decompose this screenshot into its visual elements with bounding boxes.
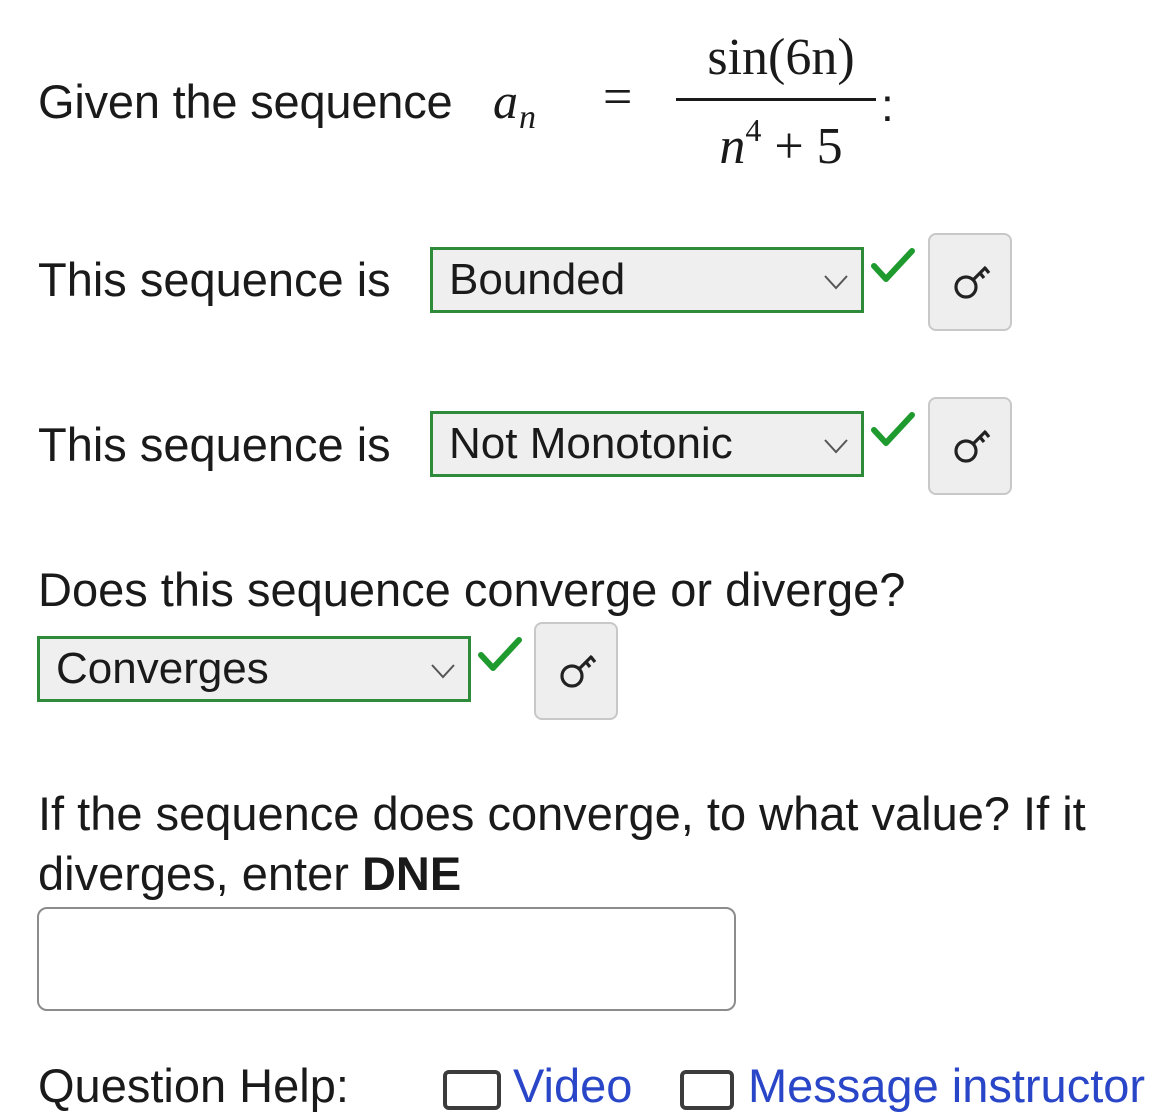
dne-keyword: DNE [361, 847, 462, 900]
monotonic-label: This sequence is [38, 418, 391, 471]
question-help-label: Question Help: [38, 1059, 349, 1112]
limit-question-line2: diverges, enter DNE [38, 846, 461, 901]
variable-base: a [493, 73, 518, 129]
limit-question-line2-text: diverges, enter [38, 847, 362, 900]
convergence-answer-key-button[interactable] [534, 622, 618, 720]
bounded-label: This sequence is [38, 253, 391, 306]
check-icon [871, 248, 915, 282]
fraction-denominator: n4 + 5 [686, 112, 876, 176]
denominator-base: n [719, 118, 746, 175]
formula-fraction: sin(6n) n4 + 5 [676, 28, 881, 178]
chevron-down-icon [431, 664, 455, 679]
sequence-variable: an [493, 72, 536, 137]
video-link[interactable]: Video [513, 1058, 632, 1113]
bounded-select[interactable]: Bounded [430, 247, 864, 313]
prompt-lead: Given the sequence [38, 75, 453, 128]
video-icon [443, 1070, 501, 1110]
convergence-selected-value: Converges [56, 644, 269, 693]
denominator-rest: + 5 [761, 118, 843, 175]
key-icon [954, 429, 991, 463]
prompt-colon: : [881, 79, 894, 131]
denominator-exponent: 4 [745, 112, 762, 148]
monotonic-select[interactable]: Not Monotonic [430, 411, 864, 477]
key-icon [954, 265, 991, 299]
variable-subscript: n [519, 99, 536, 136]
monotonic-answer-key-button[interactable] [928, 397, 1012, 495]
fraction-bar [676, 98, 876, 101]
chevron-down-icon [824, 439, 848, 454]
mail-icon [680, 1070, 734, 1110]
convergence-select[interactable]: Converges [37, 636, 471, 702]
bounded-answer-key-button[interactable] [928, 233, 1012, 331]
check-icon [478, 637, 522, 671]
fraction-numerator: sin(6n) [707, 29, 855, 86]
bounded-selected-value: Bounded [449, 255, 626, 304]
key-icon [560, 654, 597, 688]
check-icon [871, 412, 915, 446]
question-help-bar: Question Help: Video Message instructor [38, 1058, 1171, 1112]
message-instructor-link[interactable]: Message instructor [748, 1058, 1145, 1113]
monotonic-selected-value: Not Monotonic [449, 419, 733, 468]
equals-sign: = [603, 69, 633, 126]
limit-answer-input[interactable] [37, 907, 736, 1011]
question-page: Given the sequence an = sin(6n) n4 + 5 :… [0, 0, 1171, 1112]
limit-question-line1: If the sequence does converge, to what v… [38, 787, 1086, 840]
chevron-down-icon [824, 275, 848, 290]
convergence-question: Does this sequence converge or diverge? [38, 563, 906, 616]
